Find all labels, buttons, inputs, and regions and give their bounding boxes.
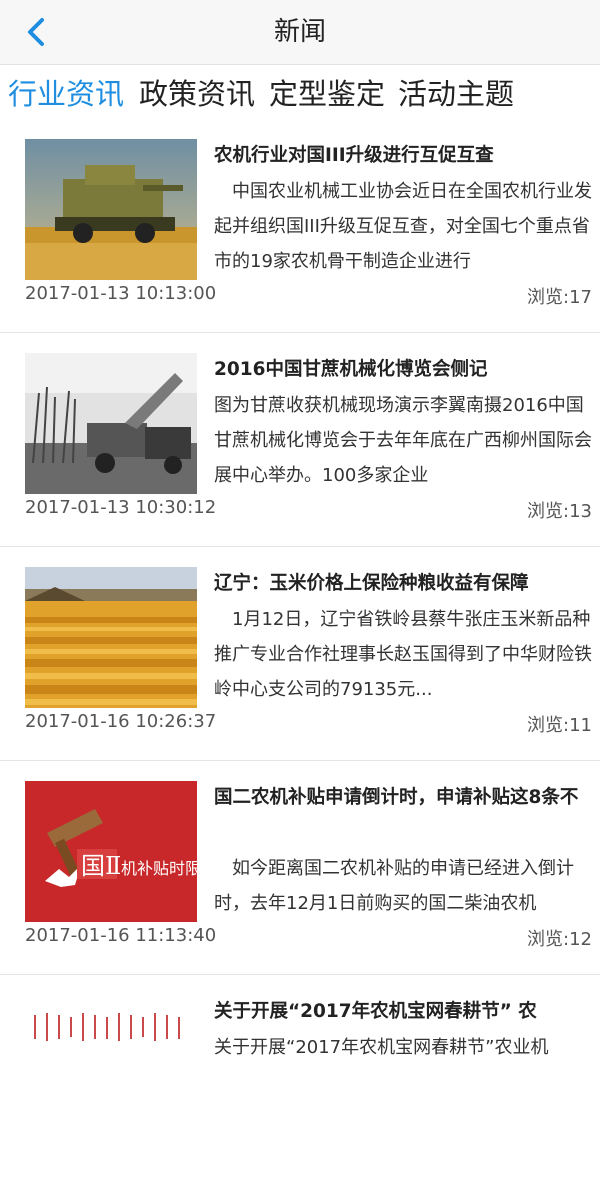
news-title[interactable]: 关于开展“2017年农机宝网春耕节” 农 [214,996,590,1028]
tab-industry-news[interactable]: 行业资讯 [8,74,124,114]
sugarcane-harvester-photo [25,353,197,494]
combine-harvester-photo [25,139,197,280]
news-date: 2017-01-13 10:13:00 [25,283,217,304]
news-summary: 1月12日，辽宁省铁岭县蔡牛张庄玉米新品种推广专业合作社理事长赵玉国得到了中华财… [214,609,592,700]
tab-policy-news[interactable]: 政策资讯 [139,74,255,114]
view-count: 浏览:11 [527,715,592,736]
news-summary: 关于开展“2017年农机宝网春耕节”农业机 [214,1037,549,1058]
corn-field-photo [25,567,197,708]
view-count: 浏览:13 [527,501,592,522]
news-title[interactable]: 辽宁：玉米价格上保险种粮收益有保障 [214,568,590,600]
news-item[interactable]: 辽宁：玉米价格上保险种粮收益有保障 1月12日，辽宁省铁岭县蔡牛张庄玉米新品种推… [0,546,600,761]
view-count: 浏览:12 [527,929,592,950]
view-count: 浏览:17 [527,287,592,308]
news-title[interactable]: 农机行业对国III升级进行互促互查 [214,140,590,172]
news-item[interactable]: 农机行业对国III升级进行互促互查 中国农业机械工业协会近日在全国农机行业发起并… [0,118,600,333]
calligraphy-banner [25,995,197,1136]
news-summary: 图为甘蔗收获机械现场演示李翼南摄2016中国甘蔗机械化博览会于去年年底在广西柳州… [214,395,592,486]
news-date: 2017-01-16 11:13:40 [25,925,217,946]
navigation-bar: 新闻 [0,0,600,65]
news-item[interactable]: 国Ⅱ 机补贴时限 国二农机补贴申请倒计时，申请补贴这8条不 如今距离国二农机补贴… [0,760,600,975]
tab-event-topics[interactable]: 活动主题 [398,74,514,114]
news-item[interactable]: 2016中国甘蔗机械化博览会侧记 图为甘蔗收获机械现场演示李翼南摄2016中国甘… [0,332,600,547]
svg-text:机补贴时限: 机补贴时限 [121,859,197,878]
news-title[interactable]: 国二农机补贴申请倒计时，申请补贴这8条不 [214,782,590,846]
news-date: 2017-01-13 10:30:12 [25,497,217,518]
news-title[interactable]: 2016中国甘蔗机械化博览会侧记 [214,354,590,386]
news-summary: 如今距离国二农机补贴的申请已经进入倒计时，去年12月1日前购买的国二柴油农机 [214,858,574,914]
page-title: 新闻 [273,17,326,47]
news-date: 2017-01-16 10:26:37 [25,711,217,732]
subsidy-deadline-graphic: 国Ⅱ 机补贴时限 [25,781,197,922]
news-summary: 中国农业机械工业协会近日在全国农机行业发起并组织国III升级互促互查，对全国七个… [214,181,592,272]
category-tabs: 行业资讯 政策资讯 定型鉴定 活动主题 [0,72,600,118]
news-item[interactable]: 关于开展“2017年农机宝网春耕节” 农 关于开展“2017年农机宝网春耕节”农… [0,974,600,1188]
tab-type-appraisal[interactable]: 定型鉴定 [269,74,385,114]
svg-text:国Ⅱ: 国Ⅱ [81,852,121,880]
